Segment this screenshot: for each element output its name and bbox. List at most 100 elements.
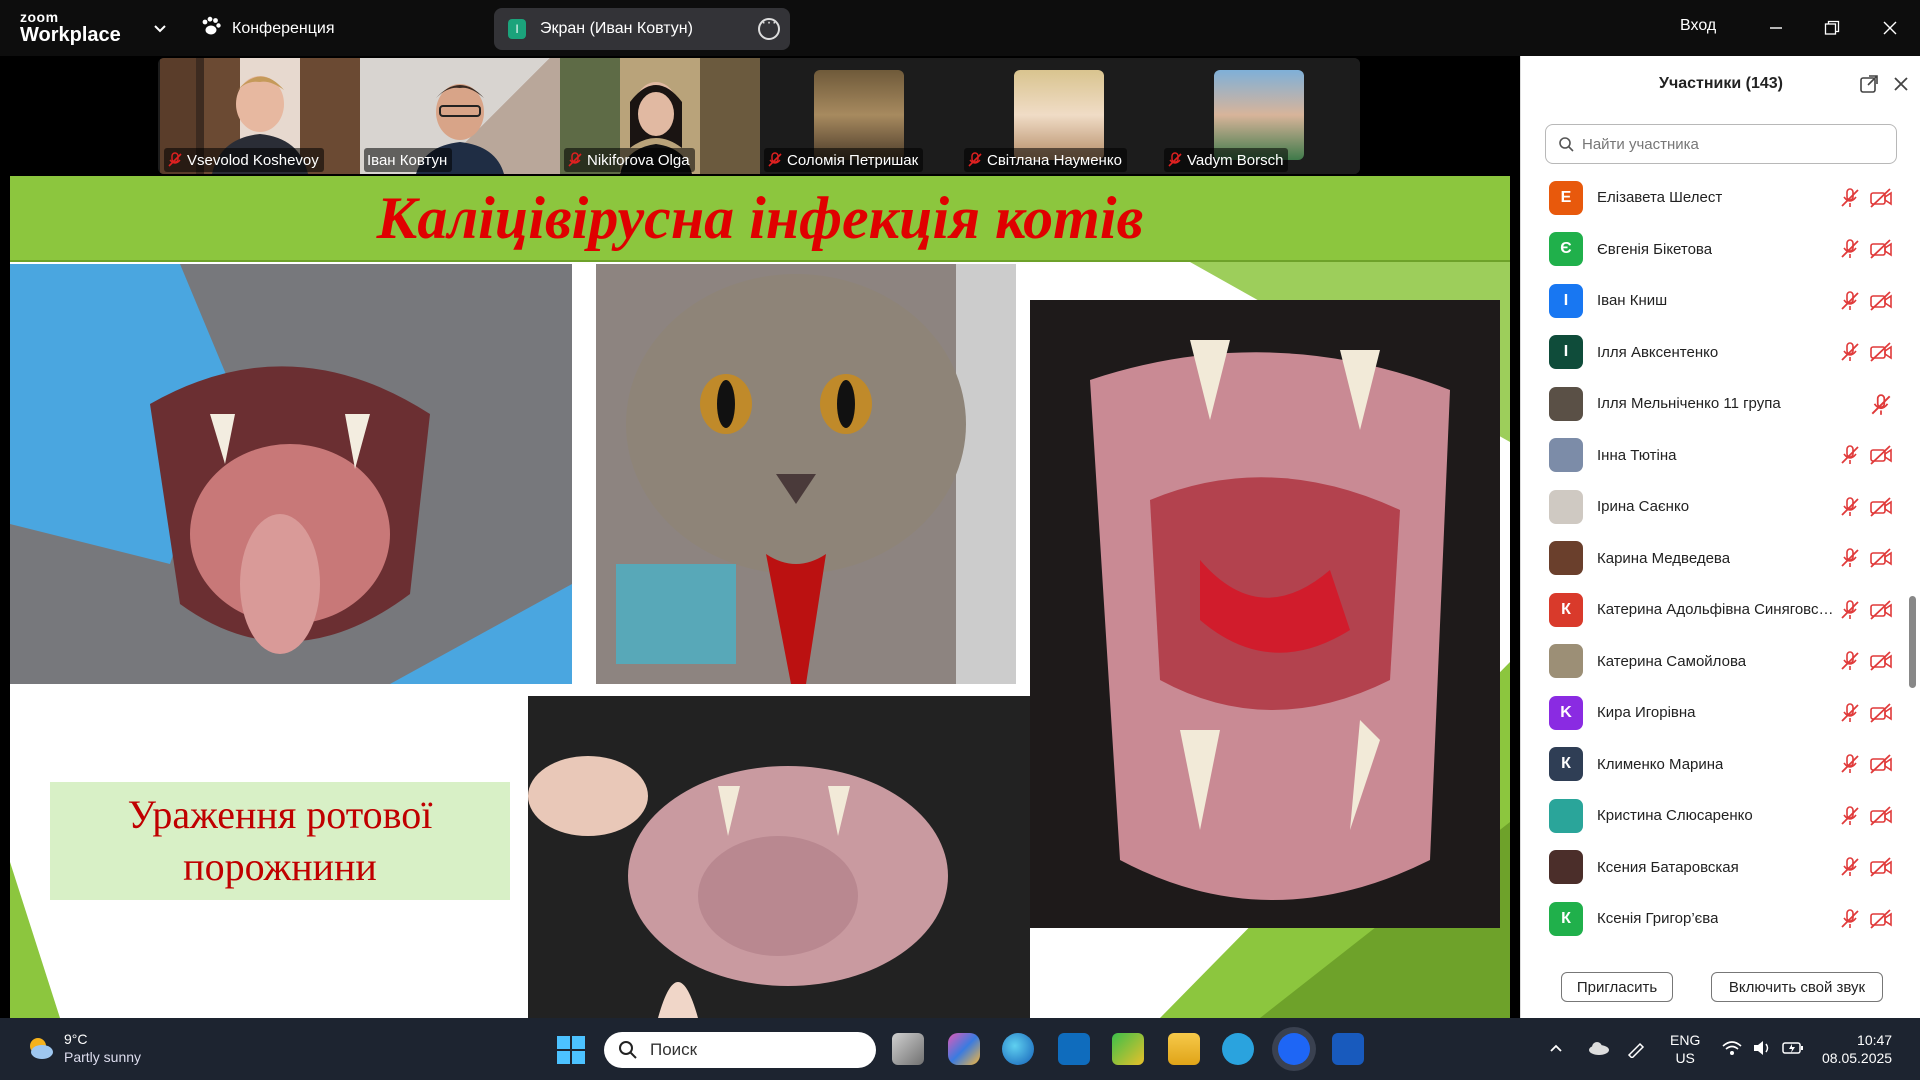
participant-name: Ілля Мельніченко 11 група [1597, 395, 1781, 412]
participant-row[interactable]: Кристина Слюсаренко [1521, 790, 1901, 841]
mic-muted-icon [1839, 753, 1861, 775]
participant-avatar [1549, 541, 1583, 575]
close-window-icon[interactable] [1874, 12, 1906, 44]
zoom-window: zoom Workplace Конференция I Экран (Иван… [0, 0, 1920, 1080]
file-explorer-icon[interactable] [1168, 1033, 1200, 1065]
participant-name: Кира Игорівна [1597, 704, 1696, 721]
video-nameplate: Vsevolod Koshevoy [164, 148, 324, 172]
video-tile-active-speaker[interactable]: Іван Ковтун [360, 58, 560, 174]
screen-share-indicator[interactable]: I Экран (Иван Ковтун) [494, 8, 790, 50]
participant-row[interactable]: Е Елізавета Шелест [1521, 172, 1901, 223]
video-off-icon [1869, 444, 1893, 466]
task-view-icon[interactable] [892, 1033, 924, 1065]
wifi-icon[interactable] [1722, 1040, 1742, 1059]
pop-out-icon[interactable] [1859, 74, 1879, 94]
participants-panel: Участники (143) ЕЕлізавета ШелестЄЄвгені… [1520, 56, 1920, 1018]
copilot-icon[interactable] [948, 1033, 980, 1065]
volume-icon[interactable] [1752, 1040, 1772, 1059]
tile-name: Соломія Петришак [787, 151, 919, 169]
participant-avatar [1549, 386, 1583, 421]
video-off-icon [1869, 702, 1893, 724]
unmute-button[interactable]: Включить свой звук [1711, 972, 1883, 1002]
participant-row[interactable]: Є Євгенія Бікетова [1521, 224, 1901, 275]
system-clock[interactable]: 10:47 08.05.2025 [1822, 1031, 1892, 1067]
restore-icon[interactable] [1816, 12, 1848, 44]
zoom-logo: zoom Workplace [20, 10, 121, 45]
show-hidden-icons-chevron-icon[interactable] [1548, 1040, 1564, 1059]
participant-row[interactable]: К Ксенія Григор’єва [1521, 893, 1901, 942]
edge-browser-icon[interactable] [1002, 1033, 1034, 1065]
slide-photo-cat-mouth-2 [1030, 300, 1500, 928]
paw-icon [200, 16, 222, 41]
participant-row[interactable]: Ксения Батаровская [1521, 842, 1901, 893]
tile-name: Vsevolod Koshevoy [187, 151, 319, 169]
weather-widget[interactable]: 9°C Partly sunny [24, 1030, 141, 1066]
video-nameplate: Vadym Borsch [1164, 148, 1289, 172]
video-off-icon [1869, 856, 1893, 878]
cloud-icon[interactable] [1588, 1040, 1610, 1059]
language-indicator[interactable]: ENG US [1670, 1031, 1700, 1067]
participant-name: Карина Медведева [1597, 549, 1731, 567]
invite-button[interactable]: Пригласить [1561, 972, 1673, 1002]
zoom-app-icon[interactable] [1278, 1033, 1310, 1065]
outlook-icon[interactable] [1058, 1033, 1090, 1065]
participant-avatar: К [1549, 747, 1583, 781]
word-icon[interactable] [1332, 1033, 1364, 1065]
participant-avatar [1549, 438, 1583, 472]
share-label: Экран (Иван Ковтун) [540, 20, 693, 37]
mic-muted-icon [568, 152, 582, 167]
participant-name: Іван Книш [1597, 292, 1668, 309]
participant-name: Інна Тютіна [1597, 446, 1677, 464]
windows-start-icon[interactable] [556, 1035, 586, 1065]
video-tile[interactable]: Vsevolod Koshevoy [160, 58, 360, 174]
participant-row[interactable]: К Клименко Марина [1521, 739, 1901, 790]
participant-row[interactable]: Ірина Саєнко [1521, 481, 1901, 532]
participant-row[interactable]: Карина Медведева [1521, 533, 1901, 584]
taskbar-search[interactable]: Поиск [604, 1032, 876, 1068]
video-off-icon [1869, 290, 1893, 312]
sign-in-button[interactable]: Вход [1680, 17, 1716, 35]
more-options-icon[interactable] [758, 14, 780, 40]
clock-date: 08.05.2025 [1822, 1050, 1893, 1066]
pen-icon[interactable] [1626, 1040, 1648, 1061]
video-nameplate: Соломія Петришак [764, 148, 924, 172]
video-tile[interactable]: Nikiforova Olga [560, 58, 760, 174]
video-tile[interactable]: Соломія Петришак [760, 58, 960, 174]
meet-app-icon[interactable] [1112, 1033, 1144, 1065]
meeting-menu[interactable]: Конференция [200, 16, 335, 41]
participant-row[interactable]: К Катерина Адольфівна Синяговська [1521, 584, 1901, 635]
video-tile[interactable]: Vadym Borsch [1160, 58, 1360, 174]
participant-search[interactable] [1545, 124, 1897, 164]
battery-icon[interactable] [1782, 1040, 1804, 1059]
chevron-down-icon[interactable] [150, 18, 170, 38]
slide-caption: Ураження ротової порожнини [50, 782, 510, 900]
participant-name: Клименко Марина [1597, 755, 1724, 773]
participant-avatar: K [1549, 695, 1583, 730]
participant-avatar [1549, 798, 1583, 833]
participant-row[interactable]: Ілля Мельніченко 11 група [1521, 378, 1901, 429]
participant-avatar: К [1549, 592, 1583, 627]
caption-line-1: Ураження ротової [127, 792, 433, 837]
participant-row[interactable]: І Ілля Авксентенко [1521, 327, 1901, 378]
slide-photo-cat-mouth-3 [528, 696, 1030, 1018]
windows-taskbar: 9°C Partly sunny Поиск ENG US 10:47 08.0… [0, 1018, 1920, 1080]
video-off-icon [1869, 496, 1893, 518]
participant-row[interactable]: І Іван Книш [1521, 275, 1901, 326]
logo-zoom-text: zoom [20, 9, 59, 25]
participant-row[interactable]: Інна Тютіна [1521, 430, 1901, 481]
telegram-icon[interactable] [1222, 1033, 1254, 1065]
tile-name: Nikiforova Olga [587, 151, 690, 169]
participant-name: Елізавета Шелест [1597, 189, 1723, 206]
video-tile[interactable]: Світлана Науменко [960, 58, 1160, 174]
mic-muted-icon [1869, 393, 1893, 415]
close-icon[interactable] [1891, 74, 1911, 94]
meeting-label: Конференция [232, 19, 335, 37]
weather-temp: 9°C [64, 1031, 88, 1047]
search-input[interactable] [1582, 135, 1882, 153]
participant-row[interactable]: K Кира Игорівна [1521, 687, 1901, 738]
scrollbar-thumb[interactable] [1909, 596, 1916, 688]
mic-muted-icon [168, 152, 182, 167]
participant-row[interactable]: Катерина Самойлова [1521, 636, 1901, 687]
minimize-icon[interactable] [1760, 12, 1792, 44]
participant-name: Катерина Самойлова [1597, 652, 1747, 670]
